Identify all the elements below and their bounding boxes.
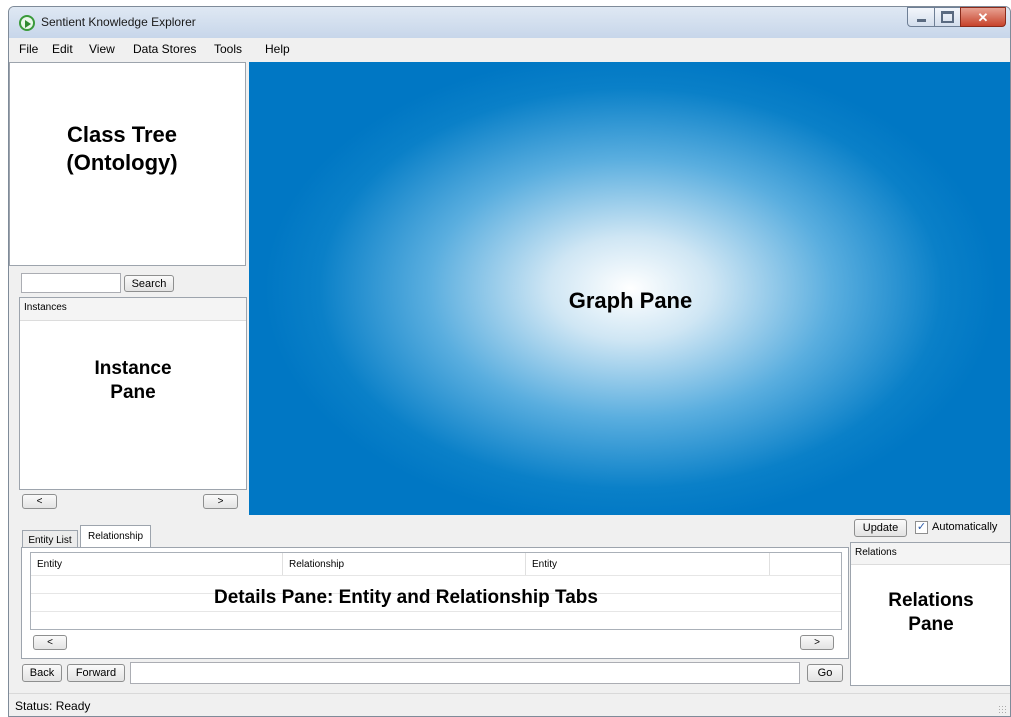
menu-edit[interactable]: Edit [52,42,73,56]
column-header-entity-2[interactable]: Entity [526,553,770,575]
forward-button[interactable]: Forward [67,664,125,682]
menu-view[interactable]: View [89,42,115,56]
maximize-icon [941,11,954,23]
relations-pane-title: Relations Pane [851,589,1010,637]
automatically-checkbox[interactable]: ✓ [915,521,928,534]
window-title: Sentient Knowledge Explorer [41,15,196,29]
menu-bar: File Edit View Data Stores Tools Help [9,38,1010,62]
graph-pane-label: Graph Pane [568,288,693,313]
column-header-entity[interactable]: Entity [31,553,283,575]
instance-pane-title: Instance Pane [20,357,246,405]
maximize-button[interactable] [934,7,961,27]
status-text: Status: Ready [15,699,91,713]
close-icon: ✕ [977,9,989,25]
instances-header: Instances [20,298,246,321]
relationship-table[interactable]: Entity Relationship Entity Details Pane:… [30,552,842,630]
graph-pane[interactable]: Graph Pane [249,62,1010,515]
menu-help[interactable]: Help [265,42,290,56]
instance-pane-title-line1: Instance [94,358,172,379]
class-tree-pane[interactable]: Class Tree (Ontology) [9,62,246,266]
menu-file[interactable]: File [19,42,38,56]
go-button[interactable]: Go [807,664,843,682]
search-input[interactable] [21,273,121,293]
details-scroll-right-button[interactable]: > [800,635,834,650]
app-window: Sentient Knowledge Explorer ✕ File Edit … [8,6,1011,717]
relations-pane-title-line1: Relations [888,590,974,611]
instance-pane[interactable]: Instances Instance Pane [19,297,247,490]
menu-tools[interactable]: Tools [214,42,242,56]
instances-scroll-left-button[interactable]: < [22,494,57,509]
class-tree-title: Class Tree (Ontology) [10,121,234,177]
details-scroll-left-button[interactable]: < [33,635,67,650]
title-bar[interactable]: Sentient Knowledge Explorer ✕ [9,7,1010,38]
automatically-label: Automatically [932,521,998,533]
resize-grip-icon[interactable] [998,705,1006,713]
menu-data-stores[interactable]: Data Stores [133,42,196,56]
update-button[interactable]: Update [854,519,907,537]
header-divider [31,575,841,576]
instance-pane-title-line2: Pane [110,382,156,403]
close-button[interactable]: ✕ [960,7,1006,27]
column-header-relationship[interactable]: Relationship [283,553,526,575]
status-bar: Status: Ready [9,693,1010,716]
class-tree-title-line2: (Ontology) [66,150,178,175]
relations-pane[interactable]: Relations Relations Pane [850,542,1010,686]
class-tree-title-line1: Class Tree [66,122,178,147]
back-button[interactable]: Back [22,664,62,682]
check-icon: ✓ [916,521,927,533]
details-pane: Entity Relationship Entity Details Pane:… [21,547,849,659]
details-pane-label: Details Pane: Entity and Relationship Ta… [214,587,598,608]
relations-pane-title-line2: Pane [908,614,954,635]
search-button[interactable]: Search [124,275,174,292]
relations-header: Relations [851,543,1010,565]
minimize-icon [916,18,926,22]
row-divider [31,611,841,612]
minimize-button[interactable] [907,7,935,27]
address-input[interactable] [130,662,800,684]
tab-relationship[interactable]: Relationship [80,525,151,547]
instances-scroll-right-button[interactable]: > [203,494,238,509]
app-logo-icon [19,15,35,31]
